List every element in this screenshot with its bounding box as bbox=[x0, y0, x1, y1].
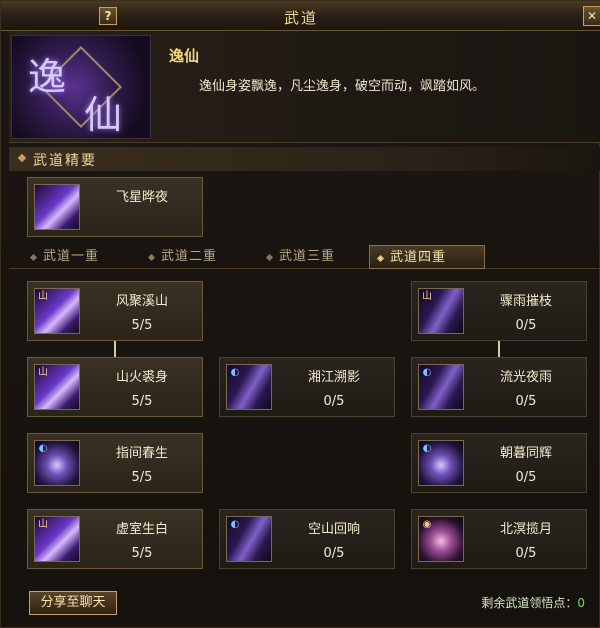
moon-icon: ◐ bbox=[34, 440, 80, 486]
tab-tier-4[interactable]: 武道四重 bbox=[369, 245, 485, 269]
essentials-title: 武道精要 bbox=[33, 153, 97, 169]
flame-badge-icon: ◉ bbox=[422, 519, 432, 530]
streak-icon: 山 bbox=[418, 288, 464, 334]
moon-badge-icon: ◐ bbox=[230, 367, 240, 378]
tab-tier-1[interactable]: 武道一重 bbox=[23, 245, 133, 269]
skill-card[interactable]: ◐ 湘江溯影 0/5 bbox=[219, 357, 395, 417]
skill-name: 虚室生白 bbox=[115, 522, 168, 537]
skill-card[interactable]: ◐ 流光夜雨 0/5 bbox=[411, 357, 587, 417]
pink-moon-icon: ◉ bbox=[418, 516, 464, 562]
emblem-glyph-2: 仙 bbox=[84, 93, 123, 137]
skill-card[interactable]: ◐ 指间春生 5/5 bbox=[27, 433, 203, 493]
skill-name: 北溟揽月 bbox=[499, 522, 552, 537]
title-bar: ? 武道 ✕ bbox=[1, 1, 600, 31]
window-title: 武道 bbox=[283, 9, 318, 27]
purple-figure-icon bbox=[34, 184, 80, 230]
tier-tabs: 武道一重 武道二重 武道三重 武道四重 bbox=[9, 245, 600, 269]
style-header: 逸 仙 逸仙 逸仙身姿飘逸，凡尘逸身，破空而动，飒踏如风。 bbox=[9, 31, 600, 143]
skill-level: 0/5 bbox=[323, 546, 345, 561]
skill-name: 朝暮同辉 bbox=[499, 446, 552, 461]
skill-card[interactable]: 山 骤雨摧枝 0/5 bbox=[411, 281, 587, 341]
skill-level: 0/5 bbox=[515, 318, 537, 333]
skill-card[interactable]: 山 山火裘身 5/5 bbox=[27, 357, 203, 417]
streak-moon-icon: ◐ bbox=[226, 364, 272, 410]
skill-level: 5/5 bbox=[131, 470, 153, 485]
skill-card[interactable]: ◐ 空山回响 0/5 bbox=[219, 509, 395, 569]
skill-level: 0/5 bbox=[323, 394, 345, 409]
moon-badge-icon: ◐ bbox=[422, 367, 432, 378]
purple-blade-icon: 山 bbox=[34, 516, 80, 562]
share-to-chat-button[interactable]: 分享至聊天 bbox=[29, 591, 117, 615]
skill-name: 流光夜雨 bbox=[499, 370, 552, 385]
moon-badge-icon: ◐ bbox=[422, 443, 432, 454]
skill-connector bbox=[114, 341, 116, 357]
skill-card[interactable]: ◉ 北溟揽月 0/5 bbox=[411, 509, 587, 569]
skill-level: 5/5 bbox=[131, 546, 153, 561]
tab-tier-3[interactable]: 武道三重 bbox=[259, 245, 369, 269]
style-name: 逸仙 bbox=[169, 47, 200, 65]
essential-skill-card[interactable]: 飞星晔夜 bbox=[27, 177, 203, 237]
skill-card[interactable]: 山 风聚溪山 5/5 bbox=[27, 281, 203, 341]
skill-level: 0/5 bbox=[515, 470, 537, 485]
skill-card[interactable]: ◐ 朝暮同辉 0/5 bbox=[411, 433, 587, 493]
skill-level: 5/5 bbox=[131, 394, 153, 409]
skill-connector bbox=[498, 341, 500, 357]
wind-badge-icon: 山 bbox=[38, 291, 48, 302]
emblem-glyph-1: 逸 bbox=[28, 55, 67, 99]
wudao-window: ? 武道 ✕ 逸 仙 逸仙 逸仙身姿飘逸，凡尘逸身，破空而动，飒踏如风。 武道精… bbox=[0, 0, 600, 628]
skill-name: 湘江溯影 bbox=[307, 370, 360, 385]
close-button[interactable]: ✕ bbox=[583, 6, 600, 26]
wind-badge-icon: 山 bbox=[38, 367, 48, 378]
essentials-section-header: 武道精要 bbox=[9, 147, 600, 171]
purple-blade-icon: 山 bbox=[34, 364, 80, 410]
remaining-points: 剩余武道领悟点：0 bbox=[481, 594, 585, 611]
skill-name: 风聚溪山 bbox=[115, 294, 168, 309]
moon-badge-icon: ◐ bbox=[38, 443, 48, 454]
purple-blade-icon: 山 bbox=[34, 288, 80, 334]
skill-name: 指间春生 bbox=[115, 446, 168, 461]
streak-moon-icon: ◐ bbox=[226, 516, 272, 562]
points-label: 剩余武道领悟点： bbox=[481, 596, 578, 610]
skill-name: 骤雨摧枝 bbox=[499, 294, 552, 309]
points-value: 0 bbox=[577, 596, 585, 610]
wind-badge-icon: 山 bbox=[422, 291, 432, 302]
moon-badge-icon: ◐ bbox=[230, 519, 240, 530]
style-emblem: 逸 仙 bbox=[11, 35, 151, 139]
skill-name: 空山回响 bbox=[307, 522, 360, 537]
moon-icon: ◐ bbox=[418, 440, 464, 486]
skill-level: 0/5 bbox=[515, 546, 537, 561]
wind-badge-icon: 山 bbox=[38, 519, 48, 530]
skill-name: 山火裘身 bbox=[115, 370, 168, 385]
skill-name: 飞星晔夜 bbox=[115, 190, 168, 205]
skill-level: 5/5 bbox=[131, 318, 153, 333]
style-description: 逸仙身姿飘逸，凡尘逸身，破空而动，飒踏如风。 bbox=[199, 79, 486, 94]
streak-moon-icon: ◐ bbox=[418, 364, 464, 410]
tab-tier-2[interactable]: 武道二重 bbox=[141, 245, 251, 269]
skill-level: 0/5 bbox=[515, 394, 537, 409]
section-bullet-icon bbox=[17, 153, 27, 163]
skill-card[interactable]: 山 虚室生白 5/5 bbox=[27, 509, 203, 569]
